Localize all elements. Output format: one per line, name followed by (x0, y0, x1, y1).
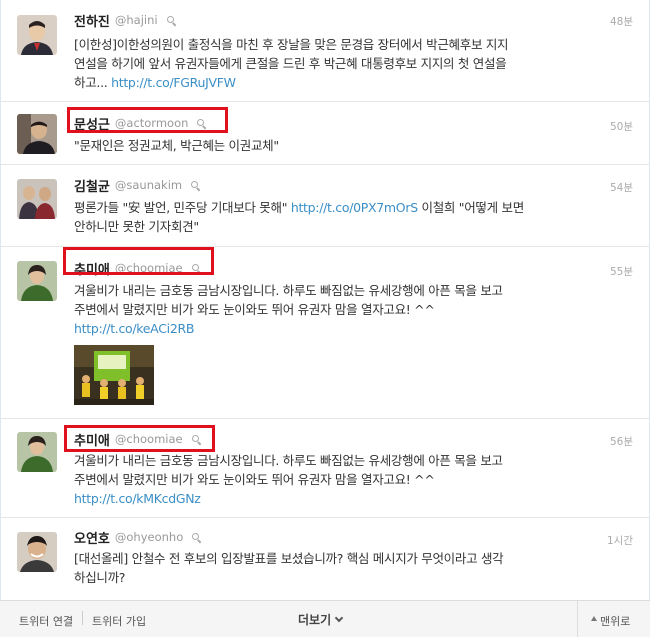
tweet-text-line: 연설을 하기에 앞서 유권자들에게 큰절을 드린 후 박근혜 대통령후보 지지의… (74, 56, 507, 71)
tweet-header: 추미애 @choomiae (74, 258, 201, 278)
tweet-text-line: 겨울비가 내리는 금호동 금남시장입니다. 하루도 빠짐없는 유세강행에 아픈 … (74, 453, 503, 468)
tweet-text-line: 하십니까? (74, 570, 126, 585)
avatar-photo (17, 261, 57, 301)
more-button[interactable]: 더보기 (298, 611, 344, 628)
search-icon[interactable] (197, 118, 206, 128)
tweet-time[interactable]: 54분 (610, 180, 633, 195)
back-to-top-button[interactable]: 맨위로 (577, 601, 650, 637)
author-name[interactable]: 김철균 (74, 176, 110, 195)
tweet-item: 전하진 @hajini 48분 [이한성]이한성의원이 출정식을 마친 후 장날… (1, 0, 649, 102)
tweet-text: 평론가들 "安 발언, 민주당 기대보다 못해" http://t.co/0PX… (74, 198, 594, 236)
tweet-item: 오연호 @ohyeonho 1시간 [대선올레] 안철수 전 후보의 입장발표를… (1, 518, 649, 600)
author-name[interactable]: 전하진 (74, 11, 110, 30)
tweet-header: 전하진 @hajini (74, 10, 176, 30)
widget-footer: 트위터 연결 트위터 가입 더보기 맨위로 (0, 600, 650, 637)
author-handle[interactable]: @choomiae (115, 261, 183, 275)
tweet-time[interactable]: 56분 (610, 434, 633, 449)
search-icon[interactable] (191, 180, 200, 190)
tweet-time[interactable]: 50분 (610, 119, 633, 134)
twitter-connect-link[interactable]: 트위터 연결 (19, 613, 73, 629)
tweet-header: 문성근 @actormoon (74, 113, 206, 133)
tweet-header: 오연호 @ohyeonho (74, 527, 201, 547)
tweet-text-line: 주변에서 말렸지만 비가 와도 눈이와도 뛰어 유권자 맘을 열자고요! ^^ (74, 472, 435, 487)
tweet-item: 문성근 @actormoon 50분 "문재인은 정권교체, 박근혜는 이권교체… (1, 102, 649, 165)
tweet-item: 김철균 @saunakim 54분 평론가들 "安 발언, 민주당 기대보다 못… (1, 165, 649, 247)
author-name[interactable]: 오연호 (74, 528, 110, 547)
avatar-photo (17, 15, 57, 55)
search-icon[interactable] (191, 434, 201, 444)
back-to-top-label: 맨위로 (600, 615, 631, 628)
author-handle[interactable]: @choomiae (115, 432, 183, 446)
tweet-text-line: [이한성]이한성의원이 출정식을 마친 후 장날을 맞은 문경읍 장터에서 박근… (74, 37, 509, 52)
tweet-text: [이한성]이한성의원이 출정식을 마친 후 장날을 맞은 문경읍 장터에서 박근… (74, 35, 594, 92)
search-icon[interactable] (192, 532, 201, 542)
avatar-photo (17, 114, 57, 154)
author-handle[interactable]: @saunakim (115, 178, 182, 192)
tweet-feed: 전하진 @hajini 48분 [이한성]이한성의원이 출정식을 마친 후 장날… (0, 0, 650, 600)
tweet-link[interactable]: http://t.co/keACi2RB (74, 321, 194, 336)
avatar-photo (17, 179, 57, 219)
tweet-header: 추미애 @choomiae (74, 429, 201, 449)
tweet-text-line: http://t.co/kMKcdGNz (74, 489, 594, 508)
tweet-text-line: [대선올레] 안철수 전 후보의 입장발표를 보셨습니까? 핵심 메시지가 무엇… (74, 551, 504, 566)
tweet-photo[interactable] (74, 345, 154, 405)
more-button-label: 더보기 (298, 613, 332, 627)
tweet-time[interactable]: 55분 (610, 264, 633, 279)
author-name[interactable]: 추미애 (74, 259, 110, 278)
tweet-text-line: 안하니만 못한 기자회견" (74, 219, 199, 234)
tweet-time[interactable]: 48분 (610, 14, 633, 29)
avatar[interactable] (17, 532, 57, 572)
tweet-text-fragment: 이철희 "어떻게 보면 (417, 200, 525, 215)
tweet-photo-image (74, 345, 154, 405)
tweet-text-fragment: 평론가들 "安 발언, 민주당 기대보다 못해" (74, 200, 291, 215)
avatar[interactable] (17, 15, 57, 55)
author-handle[interactable]: @actormoon (115, 116, 189, 130)
tweet-text: 겨울비가 내리는 금호동 금남시장입니다. 하루도 빠짐없는 유세강행에 아픈 … (74, 451, 594, 508)
footer-divider (82, 611, 83, 625)
twitter-signup-link[interactable]: 트위터 가입 (92, 613, 146, 629)
tweet-text-line: 하고... http://t.co/FGRuJVFW (74, 73, 594, 92)
tweet-time[interactable]: 1시간 (607, 533, 633, 548)
tweet-text: 겨울비가 내리는 금호동 금남시장입니다. 하루도 빠짐없는 유세강행에 아픈 … (74, 281, 594, 338)
author-name[interactable]: 문성근 (74, 114, 110, 133)
tweet-header: 김철균 @saunakim (74, 175, 200, 195)
author-handle[interactable]: @hajini (115, 13, 158, 27)
arrow-up-icon (591, 616, 597, 621)
avatar[interactable] (17, 432, 57, 472)
avatar[interactable] (17, 179, 57, 219)
tweet-text: [대선올레] 안철수 전 후보의 입장발표를 보셨습니까? 핵심 메시지가 무엇… (74, 549, 594, 587)
tweet-text-line: 평론가들 "安 발언, 민주당 기대보다 못해" http://t.co/0PX… (74, 198, 594, 217)
tweet-text: "문재인은 정권교체, 박근혜는 이권교체" (74, 136, 594, 155)
tweet-link[interactable]: http://t.co/kMKcdGNz (74, 491, 201, 506)
tweet-text-line: 겨울비가 내리는 금호동 금남시장입니다. 하루도 빠짐없는 유세강행에 아픈 … (74, 283, 503, 298)
tweet-text-line: "문재인은 정권교체, 박근혜는 이권교체" (74, 138, 279, 153)
tweet-text-line: http://t.co/keACi2RB (74, 319, 594, 338)
tweet-item: 추미애 @choomiae 55분 겨울비가 내리는 금호동 금남시장입니다. … (1, 247, 649, 419)
search-icon[interactable] (166, 15, 176, 25)
avatar[interactable] (17, 114, 57, 154)
tweet-text-line: 주변에서 말렸지만 비가 와도 눈이와도 뛰어 유권자 맘을 열자고요! ^^ (74, 302, 435, 317)
tweet-item: 추미애 @choomiae 56분 겨울비가 내리는 금호동 금남시장입니다. … (1, 419, 649, 518)
search-icon[interactable] (191, 263, 201, 273)
author-handle[interactable]: @ohyeonho (115, 530, 183, 544)
avatar-photo (17, 532, 57, 572)
author-name[interactable]: 추미애 (74, 430, 110, 449)
tweet-link[interactable]: http://t.co/FGRuJVFW (111, 75, 236, 90)
tweet-text-fragment: 하고... (74, 75, 108, 90)
avatar[interactable] (17, 261, 57, 301)
avatar-photo (17, 432, 57, 472)
chevron-down-icon (334, 613, 344, 623)
tweet-link[interactable]: http://t.co/0PX7mOrS (291, 200, 418, 215)
